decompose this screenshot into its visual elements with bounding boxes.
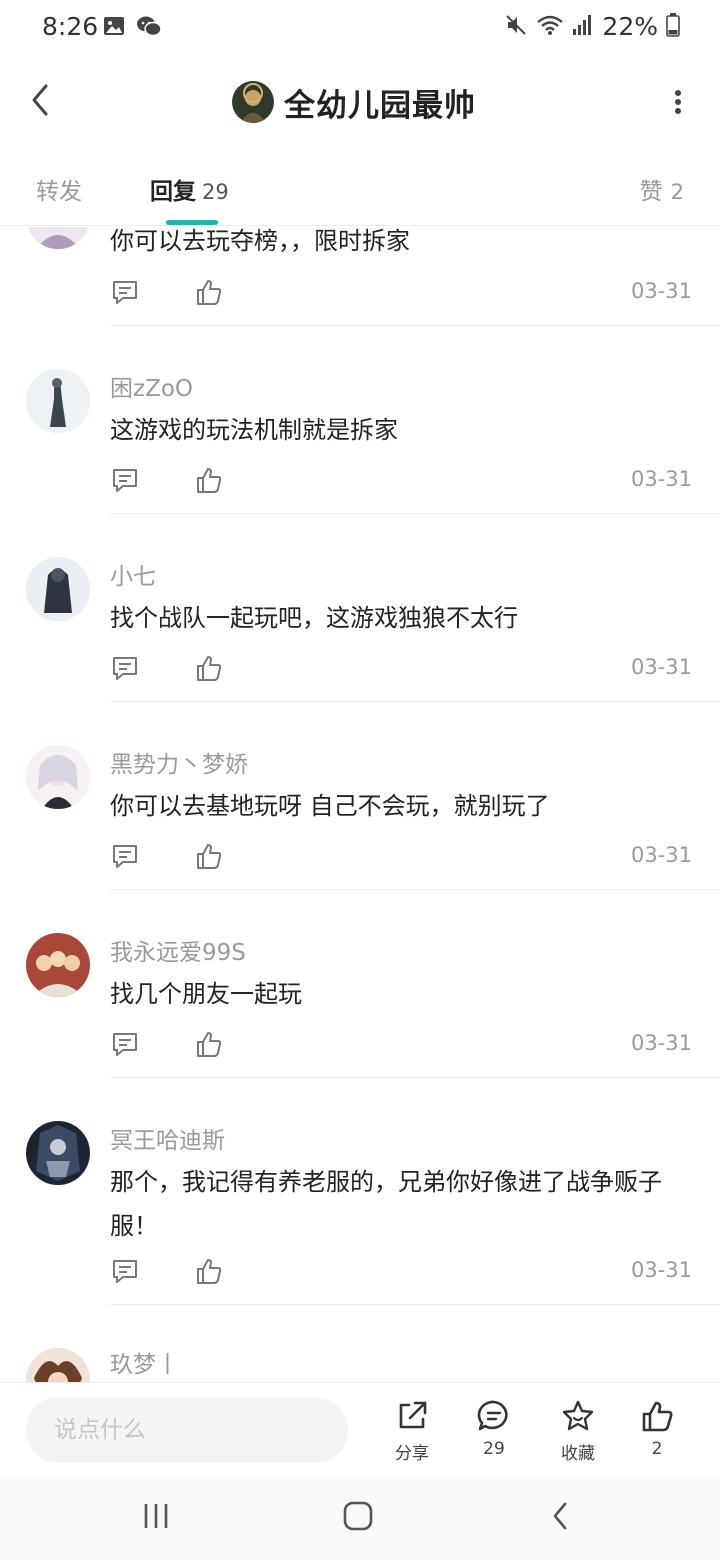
reply-icon[interactable]: [110, 1256, 140, 1290]
comment-username[interactable]: 困zZoO: [110, 369, 193, 403]
reply-count: 29: [202, 180, 229, 204]
avatar[interactable]: [26, 933, 90, 997]
share-button[interactable]: 分享: [376, 1399, 448, 1464]
thumb-up-icon: [640, 1399, 674, 1437]
back-icon: [548, 1500, 572, 1536]
status-bar: 8:26 22%: [0, 0, 720, 56]
like-count: 2: [670, 180, 684, 204]
comment-content: 那个，我记得有养老服的，兄弟你好像进了战争贩子服！: [110, 1168, 662, 1240]
home-button[interactable]: [333, 1498, 383, 1538]
comment-content: 你可以去玩夺榜，，限时拆家: [110, 227, 410, 255]
wechat-icon: [136, 14, 162, 42]
system-back-button[interactable]: [535, 1498, 585, 1538]
comment-count: 29: [483, 1439, 505, 1459]
comment-username[interactable]: 我永远爱99S: [110, 933, 246, 967]
avatar[interactable]: [26, 1348, 90, 1382]
wifi-icon: [536, 13, 564, 41]
comment-content: 你可以去基地玩呀 自己不会玩，就别玩了: [110, 792, 550, 820]
comment-date: 03-31: [630, 1258, 692, 1282]
comment-input[interactable]: 说点什么: [26, 1397, 348, 1463]
bottom-action-bar: 说点什么 分享 29 收藏 2: [0, 1382, 720, 1478]
thumb-up-icon[interactable]: [194, 465, 224, 499]
like-count: 2: [651, 1439, 663, 1459]
tab-forward[interactable]: 转发: [36, 172, 82, 206]
active-tab-indicator: [166, 220, 218, 225]
comment-username[interactable]: 黑势力丶梦娇: [110, 745, 248, 779]
thumb-up-icon[interactable]: [194, 841, 224, 875]
share-icon: [395, 1399, 429, 1437]
comment-date: 03-31: [630, 1031, 692, 1055]
tab-like[interactable]: 赞 2: [640, 172, 684, 206]
thumb-up-icon[interactable]: [194, 653, 224, 687]
reply-icon[interactable]: [110, 465, 140, 499]
comment-list[interactable]: 你可以去玩夺榜，，限时拆家 03-31 困zZoO 这游戏的玩法机制就是拆家 0…: [0, 227, 720, 1382]
comment-date: 03-31: [630, 467, 692, 491]
share-label: 分享: [395, 1444, 429, 1464]
comment-content: 找几个朋友一起玩: [110, 980, 302, 1008]
signal-icon: [572, 13, 594, 41]
home-icon: [342, 1500, 374, 1536]
recent-apps-button[interactable]: [131, 1498, 181, 1538]
comment-date: 03-31: [630, 655, 692, 679]
avatar[interactable]: [232, 81, 274, 123]
thumb-up-icon[interactable]: [194, 1029, 224, 1063]
comment-username[interactable]: 玖梦丨: [110, 1345, 179, 1379]
battery-percent: 22%: [602, 12, 658, 41]
avatar[interactable]: [26, 557, 90, 621]
page-title: 全幼儿园最帅: [284, 87, 476, 124]
thumb-up-icon[interactable]: [194, 1256, 224, 1290]
chevron-left-icon: [28, 82, 52, 122]
tab-bar: 转发 回复 29 赞 2: [0, 148, 720, 226]
reply-icon[interactable]: [110, 653, 140, 687]
system-nav-bar: [0, 1478, 720, 1560]
like-button[interactable]: 2: [621, 1399, 693, 1459]
status-time: 8:26: [42, 12, 99, 41]
header-user[interactable]: 全幼儿园最帅: [232, 78, 476, 126]
back-button[interactable]: [20, 78, 60, 126]
comment-content: 找个战队一起玩吧，这游戏独狼不太行: [110, 604, 518, 632]
favorite-button[interactable]: 收藏: [542, 1399, 614, 1464]
avatar[interactable]: [26, 745, 90, 809]
reply-icon[interactable]: [110, 841, 140, 875]
comment-icon: [477, 1399, 511, 1437]
recent-apps-icon: [141, 1501, 171, 1535]
header: 全幼儿园最帅: [0, 56, 720, 148]
battery-icon: [666, 12, 680, 41]
comment-date: 03-31: [630, 279, 692, 303]
reply-icon[interactable]: [110, 1029, 140, 1063]
avatar[interactable]: [26, 227, 90, 249]
star-icon: [561, 1399, 595, 1437]
comment-date: 03-31: [630, 843, 692, 867]
comment-username[interactable]: 冥王哈迪斯: [110, 1121, 225, 1155]
thumb-up-icon[interactable]: [194, 277, 224, 311]
comment-username[interactable]: 小七: [110, 557, 156, 591]
favorite-label: 收藏: [561, 1444, 595, 1464]
avatar[interactable]: [26, 369, 90, 433]
reply-icon[interactable]: [110, 277, 140, 311]
gallery-icon: [102, 14, 126, 42]
more-vertical-icon[interactable]: [666, 84, 690, 120]
avatar[interactable]: [26, 1121, 90, 1185]
mute-icon: [504, 13, 528, 41]
comment-content: 这游戏的玩法机制就是拆家: [110, 416, 398, 444]
comment-button[interactable]: 29: [458, 1399, 530, 1459]
tab-reply[interactable]: 回复 29: [150, 172, 229, 206]
